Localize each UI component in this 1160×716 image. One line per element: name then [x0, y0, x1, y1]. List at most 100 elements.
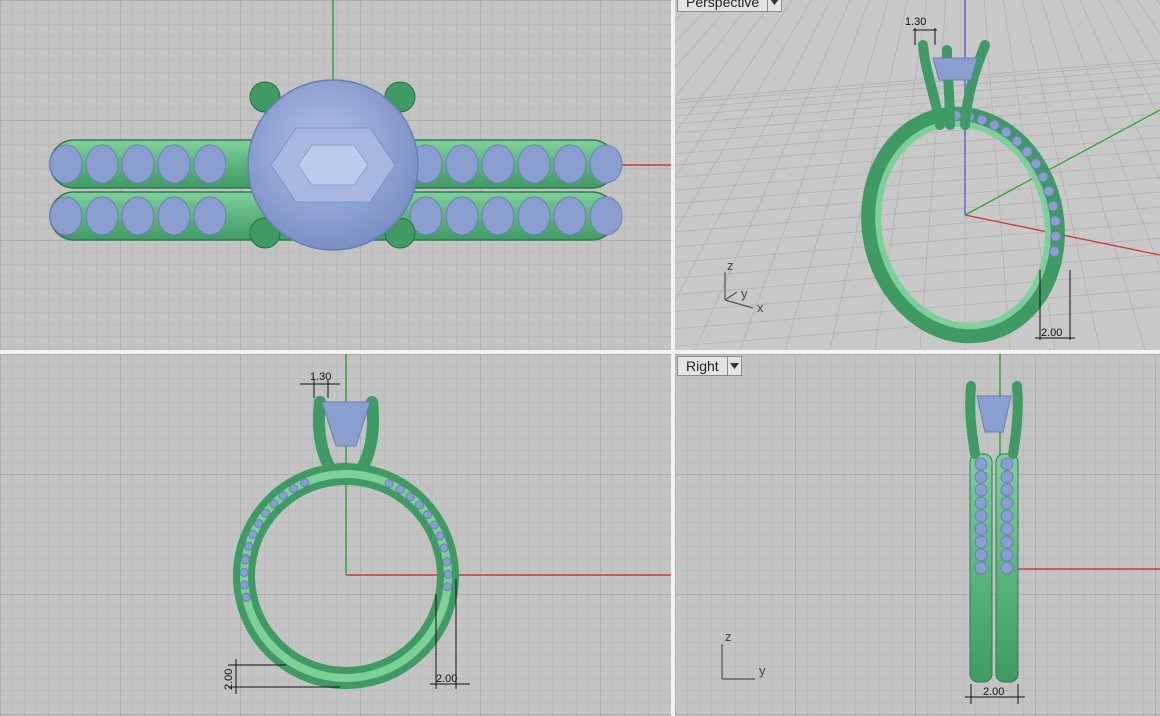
viewport-name: Perspective	[686, 0, 760, 10]
band-stone	[1000, 522, 1014, 536]
band-stone	[1000, 535, 1014, 549]
band-stone	[395, 485, 405, 494]
band-stone	[1000, 548, 1014, 562]
band-stone	[974, 470, 988, 484]
viewport-name: Right	[686, 358, 719, 374]
band-stone	[988, 119, 1000, 131]
band-stone	[157, 196, 191, 236]
band-stone	[49, 144, 83, 184]
band-stone	[239, 567, 249, 577]
band-stone	[121, 144, 155, 184]
perspective-viewport-canvas: 1.30 2.00 z y x	[675, 0, 1160, 350]
band-stone	[517, 144, 551, 184]
band-stone	[445, 144, 479, 184]
band-stone	[240, 555, 250, 565]
band-stone	[1050, 230, 1062, 242]
band-stone	[435, 531, 445, 541]
viewport-right[interactable]: 2.00 z y Right	[675, 354, 1160, 716]
band-stone	[269, 499, 279, 509]
tab-perspective[interactable]: Perspective	[677, 0, 783, 12]
band-stone	[439, 543, 449, 553]
center-gem	[932, 57, 978, 81]
axis-y-label: y	[759, 663, 766, 678]
band-stone	[481, 196, 515, 236]
band-stone	[589, 196, 623, 236]
band-stone	[442, 557, 452, 567]
axis-z-label: z	[725, 629, 732, 644]
dim-prong-label: 1.30	[310, 371, 331, 383]
band-stone	[241, 592, 251, 602]
band-stone	[239, 580, 249, 590]
band-stone	[974, 548, 988, 562]
dim-thickness-label: 2.00	[223, 669, 235, 690]
band-stone	[1030, 158, 1042, 170]
band-stone	[289, 484, 298, 494]
top-viewport-canvas	[0, 0, 671, 350]
band-stone	[1000, 470, 1014, 484]
band-stone	[445, 196, 479, 236]
band-stone	[121, 196, 155, 236]
viewport-perspective[interactable]: 1.30 2.00 z y x Perspective	[675, 0, 1160, 350]
chevron-down-icon[interactable]	[726, 357, 741, 375]
band-stone	[261, 508, 271, 518]
band-stone	[1000, 126, 1012, 138]
band-stone	[974, 457, 988, 471]
band-stone	[1000, 457, 1014, 471]
axis-y-label: y	[741, 286, 748, 301]
band-stone	[1021, 146, 1033, 158]
front-viewport-canvas: 1.30 2.00 2.00	[0, 354, 671, 716]
band-stone	[157, 144, 191, 184]
band-stone	[278, 491, 288, 501]
band-stone	[442, 582, 452, 592]
band-stone	[300, 478, 309, 488]
band-stone	[423, 510, 432, 520]
band-stone	[589, 144, 623, 184]
band-stone	[1000, 496, 1014, 510]
viewport-front[interactable]: 1.30 2.00 2.00	[0, 354, 671, 716]
chevron-down-icon[interactable]	[767, 0, 781, 11]
band-stone	[481, 144, 515, 184]
band-stone	[1000, 561, 1014, 575]
band-stone	[1011, 135, 1023, 147]
viewport-divider-vertical[interactable]	[671, 0, 675, 716]
band-stone	[974, 496, 988, 510]
band-stone	[1000, 483, 1014, 497]
band-stone	[553, 196, 587, 236]
viewport-top[interactable]	[0, 0, 671, 350]
band-stone	[976, 114, 988, 126]
band-stone	[429, 520, 439, 530]
band-stone	[974, 561, 988, 575]
band-stone	[193, 144, 227, 184]
band-stone	[517, 196, 551, 236]
band-stone	[974, 483, 988, 497]
viewport-divider-horizontal[interactable]	[0, 350, 1160, 354]
right-viewport-canvas: 2.00 z y	[675, 354, 1160, 716]
band-stone	[1043, 185, 1055, 197]
dim-band-label: 2.00	[983, 686, 1004, 698]
axis-z-label: z	[727, 258, 734, 273]
band-stone	[1047, 200, 1059, 212]
band-stone	[85, 196, 119, 236]
band-stone	[974, 535, 988, 549]
band-stone	[405, 492, 415, 502]
band-stone	[384, 479, 394, 489]
band-stone	[244, 541, 253, 551]
band-stone	[974, 522, 988, 536]
band-stone	[1037, 171, 1049, 183]
band-stone	[193, 196, 227, 236]
axis-x-label: x	[757, 300, 764, 315]
dim-band-label: 2.00	[1041, 327, 1062, 339]
band-stone	[1000, 509, 1014, 523]
band-stone	[443, 569, 453, 579]
band-stone	[974, 509, 988, 523]
dim-band-label: 2.00	[436, 673, 457, 685]
band-stone	[553, 144, 587, 184]
band-stone	[414, 500, 424, 510]
band-stone	[254, 519, 264, 528]
band-stone	[85, 144, 119, 184]
band-stone	[49, 196, 83, 236]
band-stone	[1049, 215, 1061, 227]
dim-prong-label: 1.30	[905, 16, 926, 28]
band-stone	[1049, 245, 1060, 257]
tab-right[interactable]: Right	[677, 356, 742, 376]
